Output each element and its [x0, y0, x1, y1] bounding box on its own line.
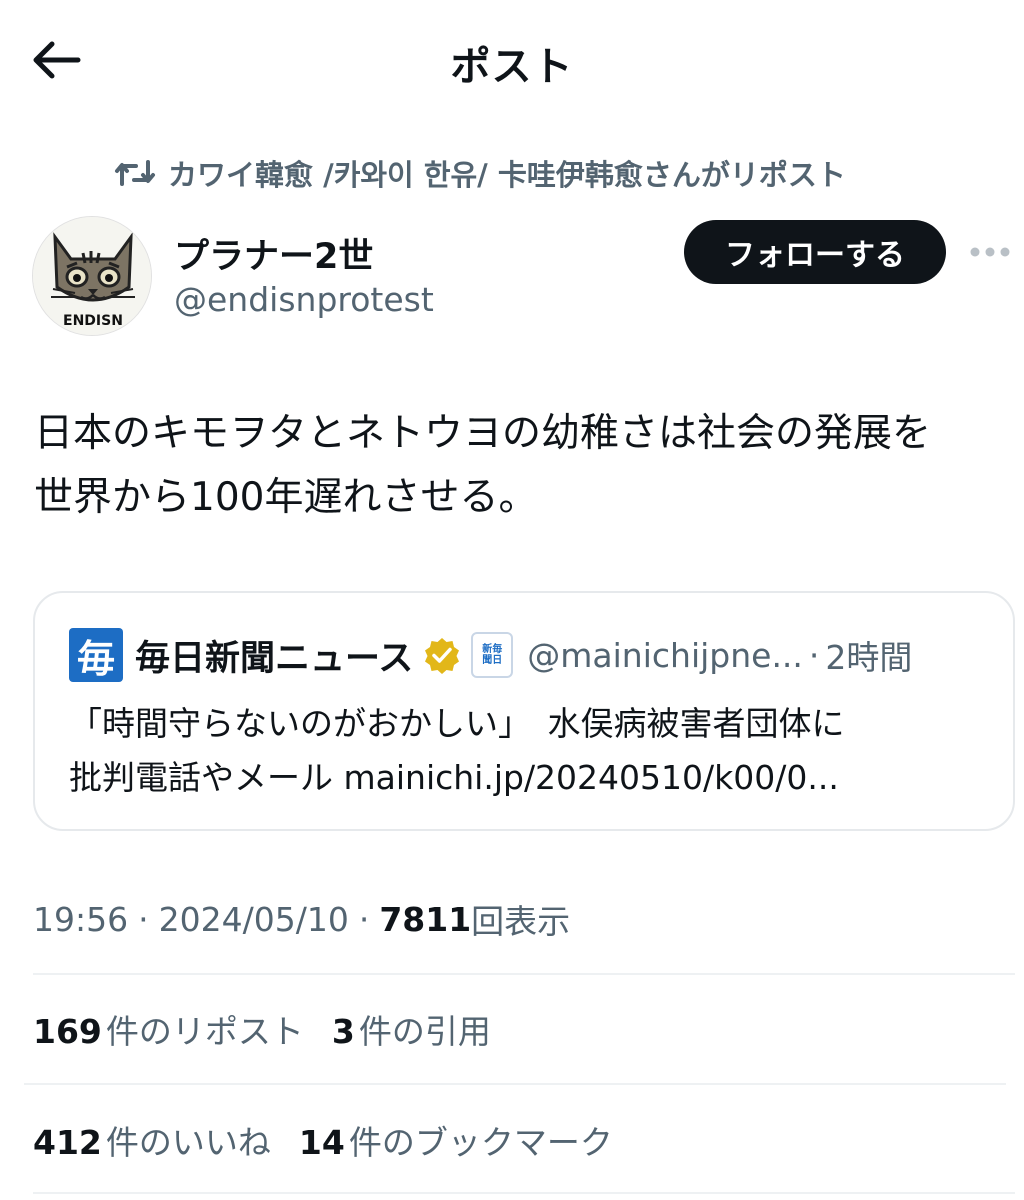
quoted-author-handle[interactable]: @mainichijpne...: [527, 636, 803, 675]
quoted-text-line: 「時間守らないのがおかしい」 水俣病被害者団体に: [69, 704, 845, 743]
affiliate-badge-icon[interactable]: 新毎 聞日: [471, 632, 514, 678]
more-dots-icon: [970, 247, 1010, 257]
repost-label: 件のリポスト: [105, 1012, 304, 1051]
repost-text: カワイ韓愈 /카와이 한유/ 卡哇伊韩愈さんがリポスト: [168, 158, 846, 192]
like-count: 412: [33, 1123, 102, 1162]
quoted-post-time[interactable]: 2時間: [825, 631, 912, 679]
like-label: 件のいいね: [105, 1123, 271, 1162]
likes-stat[interactable]: 412 件のいいね: [33, 1116, 271, 1164]
post-text-line: 世界から100年遅れさせる。: [34, 475, 538, 520]
author-display-name[interactable]: プラナー2世: [174, 228, 373, 279]
bookmarks-stat[interactable]: 14 件のブックマーク: [299, 1116, 613, 1164]
repost-icon: [115, 160, 155, 186]
repost-stats-row: 169 件のリポスト 3 件の引用: [33, 1005, 491, 1053]
divider: [33, 1192, 1015, 1194]
post-date[interactable]: 2024/05/10: [159, 900, 349, 939]
quote-label: 件の引用: [358, 1012, 491, 1051]
quoted-post-text: 「時間守らないのがおかしい」 水俣病被害者団体に 批判電話やメール mainic…: [69, 697, 999, 805]
mainichi-logo-icon[interactable]: 毎: [69, 628, 123, 682]
avatar[interactable]: ENDISN: [32, 216, 152, 336]
repost-count: 169: [33, 1012, 102, 1051]
quoted-text-line: 批判電話やメール mainichi.jp/20240510/k00/0...: [69, 758, 839, 797]
quotes-stat[interactable]: 3 件の引用: [332, 1005, 491, 1053]
like-stats-row: 412 件のいいね 14 件のブックマーク: [33, 1116, 613, 1164]
affiliate-badge-text: 新毎: [482, 644, 503, 655]
quoted-post-card[interactable]: 毎 毎日新聞ニュース 新毎 聞日 @mainichijpne... · 2時間 …: [33, 591, 1015, 831]
post-text-line: 日本のキモヲタとネトウヨの幼稚さは社会の発展を: [34, 411, 932, 456]
view-count-label: 回表示: [471, 902, 571, 941]
quote-count: 3: [331, 1012, 355, 1051]
avatar-caption: ENDISN: [63, 313, 123, 329]
bookmark-label: 件のブックマーク: [348, 1123, 613, 1162]
post-metadata: 19:56 · 2024/05/10 · 7811 回表示: [33, 895, 570, 943]
more-options-button[interactable]: [966, 234, 1014, 270]
quoted-author-name[interactable]: 毎日新聞ニュース: [135, 630, 413, 681]
cat-avatar-icon: ENDISN: [33, 217, 151, 335]
bookmark-count: 14: [298, 1123, 345, 1162]
follow-button[interactable]: フォローする: [684, 220, 946, 284]
verified-badge-icon: [425, 638, 460, 674]
author-handle[interactable]: @endisnprotest: [174, 280, 434, 319]
repost-indicator[interactable]: カワイ韓愈 /카와이 한유/ 卡哇伊韩愈さんがリポスト: [114, 153, 846, 193]
reposts-stat[interactable]: 169 件のリポスト: [33, 1005, 304, 1053]
divider: [33, 973, 1015, 975]
view-count: 7811: [379, 899, 472, 939]
post-time[interactable]: 19:56: [33, 900, 128, 939]
separator: ·: [358, 899, 370, 939]
divider: [24, 1083, 1006, 1085]
separator: ·: [808, 635, 820, 675]
top-bar: ポスト: [0, 0, 1024, 120]
post-text: 日本のキモヲタとネトウヨの幼稚さは社会の発展を 世界から100年遅れさせる。: [34, 402, 1019, 530]
separator: ·: [138, 899, 149, 939]
affiliate-badge-text: 聞日: [482, 655, 503, 666]
page-title: ポスト: [450, 44, 574, 90]
quoted-post-header: 毎 毎日新聞ニュース 新毎 聞日 @mainichijpne... · 2時間: [69, 628, 912, 682]
